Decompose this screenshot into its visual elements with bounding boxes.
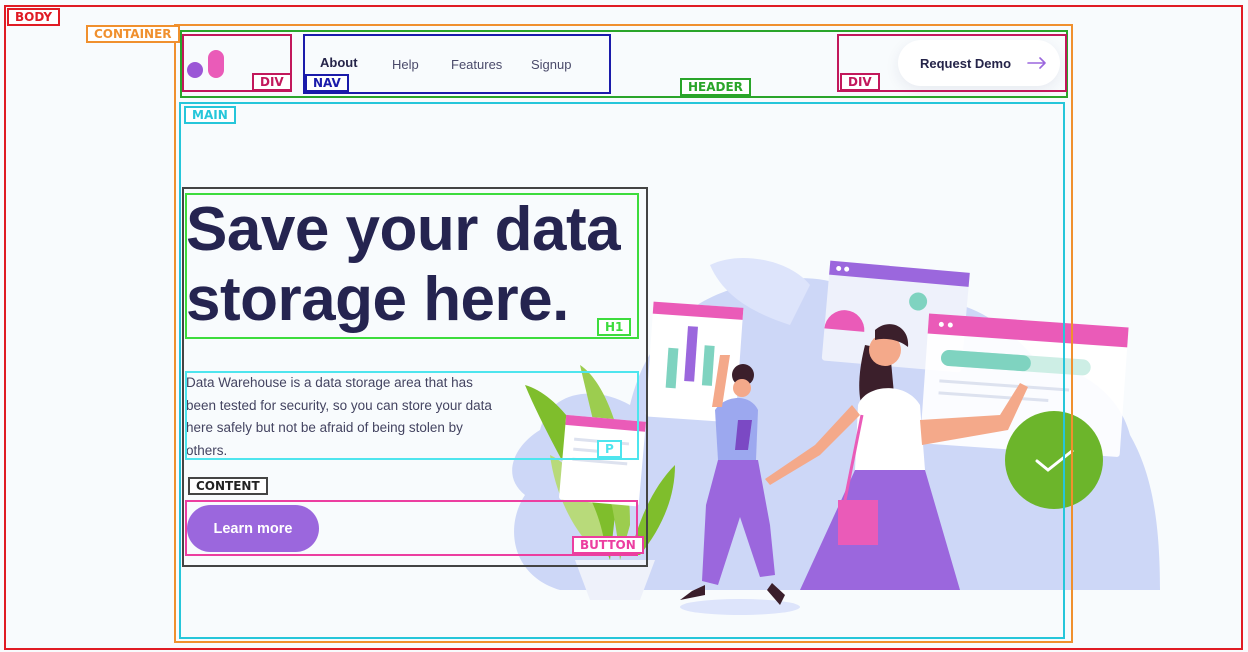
request-demo-label: Request Demo [920, 55, 1012, 71]
hero-title: Save your data storage here. [186, 195, 639, 335]
debug-label-cta-div: DIV [840, 73, 880, 91]
debug-label-button: BUTTON [572, 536, 644, 554]
success-check-icon [1005, 411, 1103, 509]
request-demo-button[interactable]: Request Demo [898, 40, 1060, 86]
debug-label-content: CONTENT [188, 477, 268, 495]
page-body: { "debug_labels": { "body": "BODY", "con… [0, 0, 1248, 652]
main-nav: About Help Features Signup [303, 34, 611, 94]
logo-dot-icon [187, 62, 203, 78]
nav-item-signup[interactable]: Signup [531, 57, 571, 72]
hero-title-line-2: storage here. [186, 265, 569, 334]
learn-more-button[interactable]: Learn more [187, 505, 319, 552]
debug-label-logo-div: DIV [252, 73, 292, 91]
debug-label-p: P [597, 440, 622, 458]
debug-label-header: HEADER [680, 78, 751, 96]
logo-pill-icon [208, 50, 224, 78]
debug-label-h1: H1 [597, 318, 632, 336]
debug-label-body: BODY [7, 8, 61, 26]
nav-item-features[interactable]: Features [451, 57, 502, 72]
nav-item-about[interactable]: About [320, 55, 358, 70]
hero-description: Data Warehouse is a data storage area th… [186, 375, 492, 459]
nav-item-help[interactable]: Help [392, 57, 419, 72]
debug-label-container: CONTAINER [86, 25, 180, 43]
debug-label-main: MAIN [184, 106, 236, 124]
arrow-right-icon [1027, 57, 1046, 69]
debug-label-nav: NAV [305, 74, 349, 92]
hero-title-line-1: Save your data [186, 195, 621, 264]
